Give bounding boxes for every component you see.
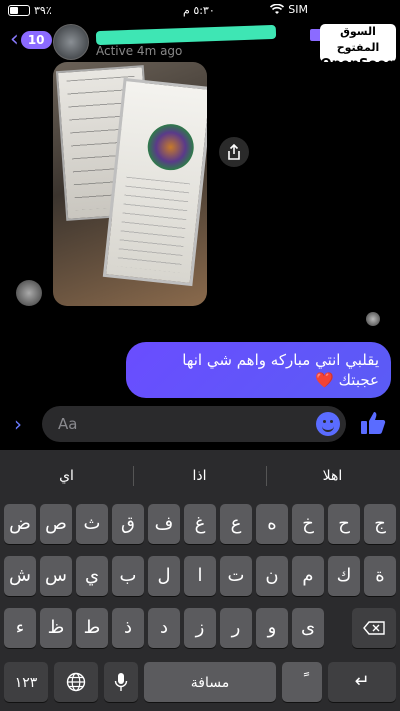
key[interactable]: ت [220, 556, 252, 596]
globe-icon [66, 672, 86, 692]
key[interactable]: م [292, 556, 324, 596]
key[interactable]: د [148, 608, 180, 648]
key[interactable]: ه [256, 504, 288, 544]
key[interactable]: ق [112, 504, 144, 544]
back-button[interactable]: ‹ 10 [10, 27, 52, 52]
key[interactable]: ب [112, 556, 144, 596]
received-photo[interactable] [53, 62, 207, 306]
key[interactable]: ع [220, 504, 252, 544]
globe-key[interactable] [54, 662, 98, 702]
key[interactable]: ن [256, 556, 288, 596]
chat-header: ‹ 10 Active 4m ago السوق المفتوح OpenSoo… [0, 22, 400, 72]
battery-indicator: ٣٩٪ [8, 4, 52, 17]
message-input[interactable]: Aa [42, 406, 346, 442]
unread-count-badge: 10 [20, 31, 52, 49]
numbers-key[interactable]: ١٢٣ [4, 662, 48, 702]
chevron-left-icon: ‹ [10, 27, 19, 52]
key[interactable]: ز [184, 608, 216, 648]
share-button[interactable] [219, 137, 249, 167]
key[interactable]: ى [292, 608, 324, 648]
key[interactable]: س [40, 556, 72, 596]
key[interactable]: ث [76, 504, 108, 544]
status-bar: ٣٩٪ ٥:٣٠ م SIM [0, 0, 400, 22]
carrier-label: SIM [288, 3, 308, 16]
sender-avatar[interactable] [16, 280, 42, 306]
expand-actions-icon[interactable]: › [14, 412, 22, 436]
suggestion-3[interactable]: اهلا [266, 468, 399, 484]
key[interactable]: ء [4, 608, 36, 648]
microphone-icon [114, 673, 128, 691]
key[interactable]: ض [4, 504, 36, 544]
watermark-arabic: السوق المفتوح [336, 25, 380, 54]
key[interactable]: غ [184, 504, 216, 544]
key[interactable]: ط [76, 608, 108, 648]
signal-group: SIM [270, 3, 308, 16]
dictation-key[interactable] [104, 662, 138, 702]
key[interactable]: ة [364, 556, 396, 596]
clock: ٥:٣٠ م [183, 4, 215, 17]
opensooq-watermark: السوق المفتوح OpenSooq [320, 24, 396, 72]
watermark-english: OpenSooq [320, 57, 396, 72]
key[interactable]: ظ [40, 608, 72, 648]
backspace-icon [363, 621, 385, 635]
emoji-icon[interactable] [316, 412, 340, 436]
key[interactable]: ص [40, 504, 72, 544]
active-status: Active 4m ago [96, 44, 183, 58]
backspace-key[interactable] [352, 608, 396, 648]
read-receipt-avatar [366, 312, 380, 326]
key[interactable]: و [256, 608, 288, 648]
contact-avatar[interactable] [53, 24, 89, 60]
suggestion-2[interactable]: اذا [133, 468, 266, 484]
sent-message-bubble[interactable]: يقلبي انتي مباركه واهم شي انها عجبتك ❤️ [126, 342, 391, 398]
key[interactable]: ي [76, 556, 108, 596]
battery-icon [8, 5, 30, 16]
thumbs-up-icon[interactable] [360, 410, 386, 436]
key[interactable]: ذ [112, 608, 144, 648]
key[interactable]: ف [148, 504, 180, 544]
key[interactable]: ش [4, 556, 36, 596]
share-icon [228, 144, 240, 160]
keyboard: اي اذا اهلا ض ص ث ق ف غ ع ه خ ح ج ش س ي … [0, 450, 400, 711]
diacritic-key[interactable]: ً [282, 662, 322, 702]
space-key[interactable]: مسافة [144, 662, 276, 702]
space-key-label: مسافة [190, 675, 230, 691]
key[interactable]: ك [328, 556, 360, 596]
wifi-icon [270, 4, 285, 14]
return-key[interactable]: ↵ [328, 662, 396, 702]
key[interactable]: ح [328, 504, 360, 544]
key[interactable]: ا [184, 556, 216, 596]
key[interactable]: ل [148, 556, 180, 596]
message-text: يقلبي انتي مباركه واهم شي انها عجبتك ❤️ [182, 351, 379, 389]
numbers-key-label: ١٢٣ [14, 675, 38, 691]
input-placeholder: Aa [58, 415, 78, 433]
battery-percent: ٣٩٪ [34, 4, 52, 17]
suggestion-bar: اي اذا اهلا [0, 458, 400, 494]
contact-name-redaction [95, 24, 277, 46]
photo-seal [145, 121, 196, 173]
suggestion-1[interactable]: اي [0, 468, 133, 484]
key[interactable]: ج [364, 504, 396, 544]
key[interactable]: خ [292, 504, 324, 544]
key[interactable]: ر [220, 608, 252, 648]
